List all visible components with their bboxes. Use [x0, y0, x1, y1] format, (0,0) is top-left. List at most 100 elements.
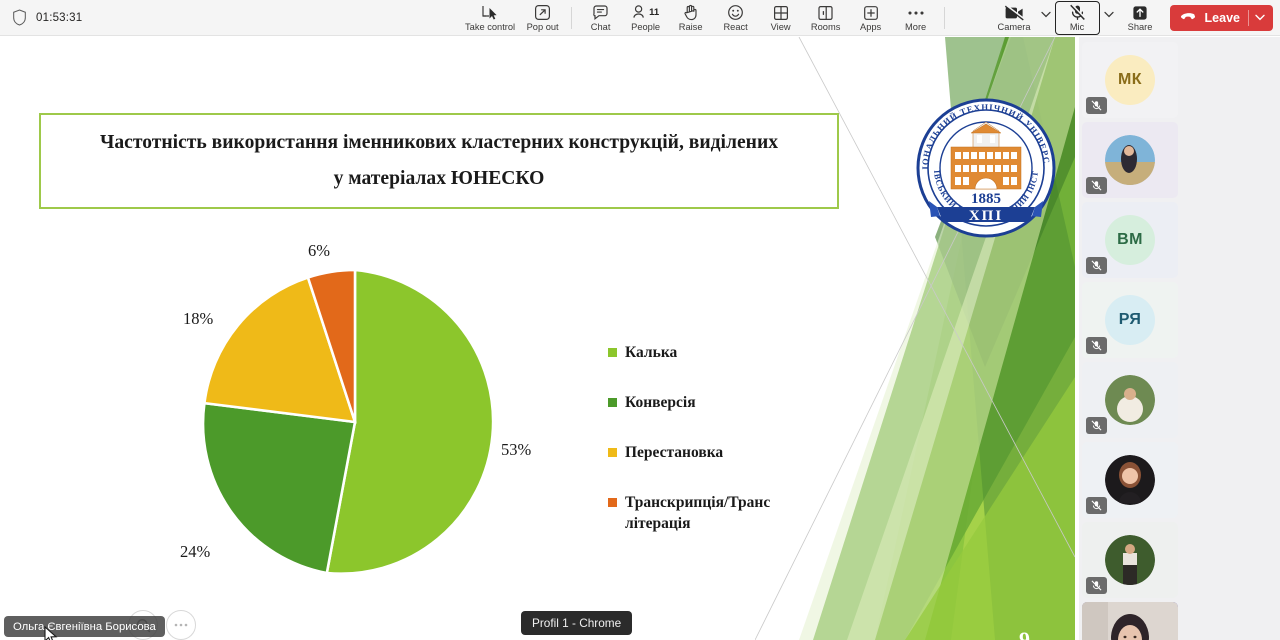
- raise-hand-label: Raise: [678, 22, 703, 32]
- legend-label-konversiya: Конверсія: [625, 394, 696, 411]
- chart-legend: Калька Конверсія Перестановка Транскрипц…: [608, 342, 848, 563]
- chat-icon: [592, 4, 609, 21]
- more-button[interactable]: More: [893, 1, 938, 35]
- participant-rail[interactable]: МК ВМ РЯ: [1079, 37, 1280, 640]
- rooms-button[interactable]: Rooms: [803, 1, 848, 35]
- react-button[interactable]: React: [713, 1, 758, 35]
- camera-off-icon: [1004, 4, 1025, 21]
- raise-hand-icon: [683, 4, 699, 21]
- slide-number: 9: [1019, 627, 1030, 640]
- participant-tile-photo-1[interactable]: [1082, 122, 1178, 198]
- svg-text:ХПІ: ХПІ: [969, 208, 1003, 224]
- legend-item-perestanovka: Перестановка: [608, 442, 848, 463]
- toolbar-divider-2: [944, 6, 946, 29]
- legend-swatch-perestanovka: [608, 448, 617, 457]
- presenter-name-pill: Ольга Євгеніївна Борисова: [4, 616, 165, 637]
- avatar-initials-vm: ВМ: [1105, 215, 1155, 265]
- shared-content-stage[interactable]: НАЦІОНАЛЬНИЙ ТЕХНІЧНИЙ УНІВЕРСИТЕТ ХАРКІ…: [0, 37, 1075, 640]
- mic-options-chevron-down-icon[interactable]: [1100, 1, 1118, 35]
- take-control-label: Take control: [465, 22, 516, 32]
- mic-off-badge-icon: [1086, 497, 1107, 514]
- participant-tile-rya[interactable]: РЯ: [1082, 282, 1178, 358]
- share-label: Share: [1127, 22, 1153, 32]
- mic-off-badge-icon: [1086, 177, 1107, 194]
- teams-meeting-window: 01:53:31 Take control Pop out Chat 11 Pe…: [0, 0, 1280, 640]
- pop-out-label: Pop out: [526, 22, 559, 32]
- apps-button[interactable]: Apps: [848, 1, 893, 35]
- legend-label-perestanovka: Перестановка: [625, 444, 724, 461]
- rooms-label: Rooms: [810, 22, 841, 32]
- mic-button[interactable]: Mic: [1054, 0, 1100, 35]
- mic-off-badge-icon: [1086, 337, 1107, 354]
- mic-label: Mic: [1069, 22, 1085, 32]
- svg-text:1885: 1885: [971, 191, 1001, 207]
- participant-tile-vm[interactable]: ВМ: [1082, 202, 1178, 278]
- legend-label-kalka: Калька: [625, 344, 678, 361]
- more-dots-icon[interactable]: [166, 610, 196, 640]
- leave-button[interactable]: Leave: [1169, 4, 1273, 31]
- avatar-photo: [1105, 135, 1155, 185]
- legend-swatch-kalka: [608, 348, 617, 357]
- pie-label-18: 18%: [183, 309, 214, 328]
- pie-slice-konversiya: [201, 401, 357, 575]
- slide-title-line-1: Частотність використання іменникових кла…: [99, 132, 779, 153]
- breakout-rooms-icon: [817, 4, 834, 21]
- phone-hangup-icon: [1180, 9, 1198, 27]
- meeting-toolbar: 01:53:31 Take control Pop out Chat 11 Pe…: [0, 0, 1280, 36]
- slide-title-line-2: у матеріалах ЮНЕСКО: [333, 168, 545, 189]
- shield-icon: [13, 9, 26, 26]
- participant-tile-photo-2[interactable]: [1082, 362, 1178, 438]
- pie-label-24: 24%: [180, 542, 211, 561]
- pop-out-button[interactable]: Pop out: [520, 1, 565, 35]
- avatar-initials-mk: МК: [1105, 55, 1155, 105]
- toolbar-right-group: Camera Mic Share Leave: [992, 0, 1280, 36]
- view-button[interactable]: View: [758, 1, 803, 35]
- pop-out-icon: [534, 4, 551, 21]
- leave-options-chevron-down-icon[interactable]: [1249, 14, 1271, 21]
- view-grid-icon: [773, 4, 789, 21]
- mouse-cursor-icon: [44, 626, 58, 640]
- toolbar-divider: [571, 6, 573, 29]
- presentation-slide: НАЦІОНАЛЬНИЙ ТЕХНІЧНИЙ УНІВЕРСИТЕТ ХАРКІ…: [0, 37, 1075, 640]
- pie-label-6: 6%: [308, 241, 330, 260]
- recording-timer: 01:53:31: [36, 11, 83, 24]
- participant-tile-photo-3[interactable]: [1082, 442, 1178, 518]
- chat-button[interactable]: Chat: [578, 1, 623, 35]
- presenter-name: Ольга Євгеніївна Борисова: [13, 620, 156, 633]
- pie-slices: [201, 268, 495, 575]
- apps-plus-icon: [863, 4, 879, 21]
- legend-label-transkrypciya: Транскрипція/Транс літерація: [625, 494, 771, 532]
- leave-label: Leave: [1204, 10, 1240, 25]
- camera-label: Camera: [997, 22, 1031, 32]
- mic-off-badge-icon: [1086, 97, 1107, 114]
- legend-swatch-transkrypciya: [608, 498, 617, 507]
- view-label: View: [770, 22, 791, 32]
- camera-button[interactable]: Camera: [992, 1, 1037, 35]
- more-label: More: [905, 22, 927, 32]
- share-button[interactable]: Share: [1118, 1, 1163, 35]
- legend-item-transkrypciya: Транскрипція/Транс літерація: [608, 492, 848, 534]
- people-icon: 11: [632, 4, 659, 21]
- video-feed: [1082, 602, 1178, 640]
- toolbar-center-group: Take control Pop out Chat 11 People Rais…: [460, 0, 951, 36]
- participant-tile-photo-4[interactable]: [1082, 522, 1178, 598]
- react-label: React: [723, 22, 748, 32]
- raise-hand-button[interactable]: Raise: [668, 1, 713, 35]
- share-screen-icon: [1132, 4, 1148, 21]
- take-control-icon: [481, 4, 499, 21]
- apps-label: Apps: [860, 22, 882, 32]
- take-control-button[interactable]: Take control: [460, 1, 520, 35]
- participant-grid: МК ВМ РЯ: [1082, 42, 1277, 640]
- people-label: People: [631, 22, 661, 32]
- participant-tile-mk[interactable]: МК: [1082, 42, 1178, 118]
- avatar-photo: [1105, 455, 1155, 505]
- chat-label: Chat: [590, 22, 611, 32]
- mic-off-badge-icon: [1086, 417, 1107, 434]
- avatar-photo: [1105, 535, 1155, 585]
- mic-off-icon: [1069, 4, 1086, 21]
- more-ellipsis-icon: [907, 4, 925, 21]
- people-button[interactable]: 11 People: [623, 1, 668, 35]
- pie-chart: 53% 24% 18% 6% Калька Конверсія Перестан…: [165, 232, 845, 612]
- participant-tile-active-speaker[interactable]: [1082, 602, 1178, 640]
- camera-options-chevron-down-icon[interactable]: [1037, 1, 1055, 35]
